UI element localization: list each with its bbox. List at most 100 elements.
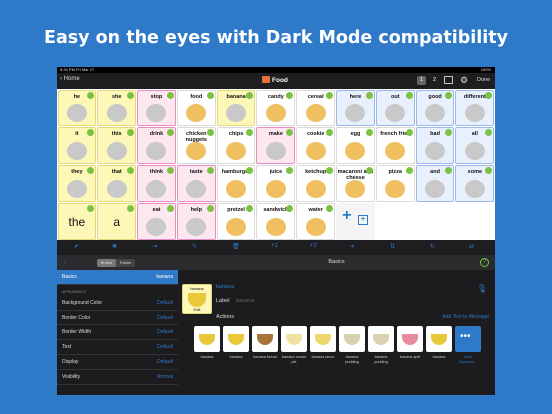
grid-cell[interactable]: and: [415, 165, 455, 202]
edit-badge-icon[interactable]: [166, 204, 174, 212]
edit-badge-icon[interactable]: [365, 91, 373, 99]
plus-one-button[interactable]: +1: [271, 243, 278, 249]
property-row[interactable]: Visibility Normal: [57, 370, 178, 385]
grid-cell[interactable]: a: [97, 202, 137, 240]
edit-badge-icon[interactable]: [365, 167, 373, 174]
grid-cell[interactable]: candy: [256, 89, 296, 127]
grid-cell[interactable]: some: [455, 165, 495, 202]
edit-badge-icon[interactable]: [286, 204, 294, 212]
edit-badge-icon[interactable]: [286, 167, 294, 174]
edit-badge-icon[interactable]: [405, 167, 413, 174]
property-row[interactable]: Display Default: [57, 355, 178, 370]
edit-badge-icon[interactable]: [87, 204, 95, 212]
edit-badge-icon[interactable]: [326, 204, 334, 212]
grid-cell[interactable]: ketchup: [296, 165, 336, 202]
edit-badge-icon[interactable]: [127, 204, 135, 212]
grid-cell[interactable]: stop: [137, 89, 176, 127]
segment-button[interactable]: Button: [97, 259, 116, 267]
grid-cell[interactable]: all: [455, 127, 495, 164]
symbol-result[interactable]: banana bread: [252, 326, 278, 360]
edit-badge-icon[interactable]: [246, 167, 254, 174]
deselect-icon[interactable]: ✖: [112, 243, 117, 250]
edit-badge-icon[interactable]: [445, 167, 453, 174]
edit-badge-icon[interactable]: [246, 129, 254, 137]
select-icon[interactable]: ✔: [74, 243, 79, 250]
edit-badge-icon[interactable]: [445, 129, 453, 137]
trash-icon[interactable]: 🗑: [232, 243, 240, 250]
property-row[interactable]: Border Color Default: [57, 311, 178, 326]
grid-cell[interactable]: hamburger: [216, 165, 256, 202]
grid-cell[interactable]: make: [256, 127, 296, 164]
edit-badge-icon[interactable]: [485, 91, 493, 99]
symbol-result[interactable]: banana piece: [310, 326, 336, 360]
edit-badge-icon[interactable]: [206, 91, 214, 99]
edit-badge-icon[interactable]: [405, 91, 413, 99]
edit-badge-icon[interactable]: [127, 129, 135, 137]
help-icon[interactable]: ?: [480, 258, 489, 267]
page-1-button[interactable]: 1: [417, 76, 426, 85]
property-row[interactable]: Text Default: [57, 340, 178, 355]
tray-icon[interactable]: [444, 76, 453, 84]
page-2-button[interactable]: 2: [430, 76, 439, 85]
add-text-to-message-link[interactable]: Add Text to Message: [442, 314, 489, 320]
edit-badge-icon[interactable]: [166, 129, 174, 137]
back-button[interactable]: ‹ Home: [60, 76, 80, 82]
add-button-cell[interactable]: + +: [336, 202, 375, 240]
grid-cell[interactable]: pizza: [375, 165, 415, 202]
edit-badge-icon[interactable]: [365, 129, 373, 137]
grid-cell[interactable]: they: [57, 165, 97, 202]
grid-cell[interactable]: banana: [216, 89, 256, 127]
grid-cell[interactable]: food: [176, 89, 216, 127]
grid-cell[interactable]: taste: [176, 165, 216, 202]
edit-badge-icon[interactable]: [166, 167, 174, 174]
swap-icon[interactable]: ⇄: [469, 243, 474, 250]
edit-badge-icon[interactable]: [206, 204, 214, 212]
grid-cell[interactable]: egg: [336, 127, 375, 164]
symbol-result[interactable]: banana: [426, 326, 452, 360]
edit-badge-icon[interactable]: [286, 129, 294, 137]
edit-badge-icon[interactable]: [206, 129, 214, 137]
edit-icon[interactable]: ✎: [192, 243, 197, 250]
grid-cell[interactable]: different: [455, 89, 495, 127]
grid-cell[interactable]: help: [176, 202, 216, 240]
edit-badge-icon[interactable]: [87, 167, 95, 174]
grid-cell[interactable]: sandwich: [256, 202, 296, 240]
sort-icon[interactable]: ⇅: [390, 243, 395, 250]
grid-cell[interactable]: drink: [137, 127, 176, 164]
edit-badge-icon[interactable]: [87, 129, 95, 137]
edit-badge-icon[interactable]: [326, 167, 334, 174]
grid-cell[interactable]: this: [97, 127, 137, 164]
edit-badge-icon[interactable]: [445, 91, 453, 99]
symbol-result[interactable]: banana: [223, 326, 249, 360]
grid-cell[interactable]: juice: [256, 165, 296, 202]
edit-badge-icon[interactable]: [127, 167, 135, 174]
edit-badge-icon[interactable]: [326, 129, 334, 137]
segment-folder[interactable]: Folder: [116, 259, 135, 267]
symbol-result[interactable]: banana: [194, 326, 220, 360]
refresh-icon[interactable]: ↻: [430, 243, 435, 250]
grid-cell[interactable]: eat: [137, 202, 176, 240]
gear-icon[interactable]: ⚙: [460, 75, 468, 86]
grid-cell[interactable]: she: [97, 89, 137, 127]
grid-cell[interactable]: french fries: [375, 127, 415, 164]
property-row[interactable]: Border Width Default: [57, 325, 178, 341]
property-row[interactable]: Background Color Default: [57, 296, 178, 311]
type-segment[interactable]: Button Folder: [97, 259, 135, 267]
grid-cell[interactable]: he: [57, 89, 97, 127]
edit-badge-icon[interactable]: [127, 91, 135, 99]
grid-cell[interactable]: think: [137, 165, 176, 202]
grid-cell[interactable]: pretzel: [216, 202, 256, 240]
grid-cell[interactable]: cookie: [296, 127, 336, 164]
grid-cell[interactable]: good: [415, 89, 455, 127]
grid-cell[interactable]: here: [336, 89, 375, 127]
grid-cell[interactable]: water: [296, 202, 336, 240]
basics-row[interactable]: Basics banana: [57, 270, 178, 285]
done-button[interactable]: Done: [477, 77, 490, 83]
grid-cell[interactable]: bad: [415, 127, 455, 164]
mic-icon[interactable]: 🎙: [477, 284, 487, 293]
symbol-result[interactable]: banana pudding: [339, 326, 365, 364]
collapse-icon[interactable]: ⌄: [62, 258, 67, 265]
plus-two-button[interactable]: +2: [310, 243, 317, 249]
plus-icon[interactable]: +: [342, 207, 351, 223]
edit-badge-icon[interactable]: [246, 204, 254, 212]
